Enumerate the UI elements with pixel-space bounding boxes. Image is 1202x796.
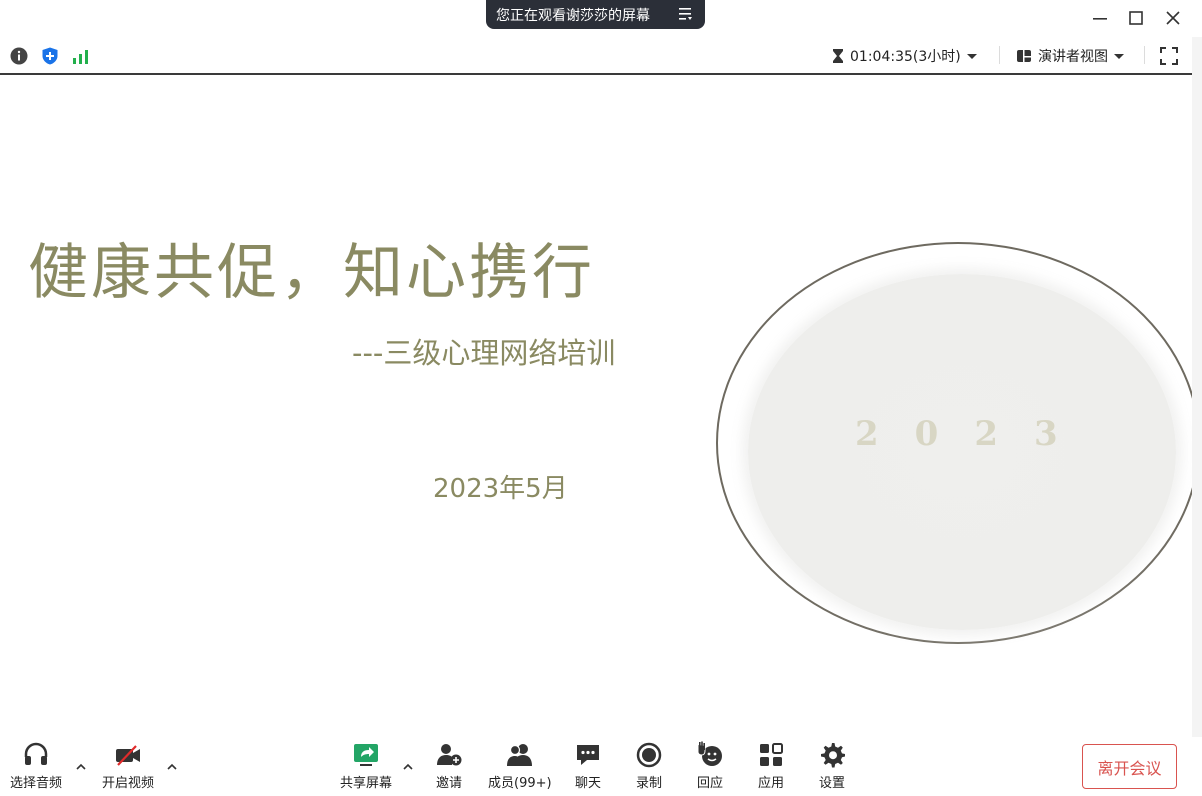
close-button[interactable] — [1160, 6, 1186, 30]
audio-options-caret[interactable] — [74, 759, 88, 773]
slide-year: 2023 — [855, 414, 1094, 454]
maximize-button[interactable] — [1123, 6, 1149, 30]
chevron-up-icon — [167, 763, 177, 770]
video-label: 开启视频 — [102, 776, 155, 791]
add-person-icon — [437, 744, 462, 766]
info-icon[interactable] — [10, 47, 28, 65]
record-label: 录制 — [635, 776, 662, 791]
share-screen-button[interactable]: 共享屏幕 — [340, 741, 392, 793]
gear-icon — [821, 743, 845, 768]
apps-label: 应用 — [757, 776, 784, 791]
share-options-caret[interactable] — [401, 759, 415, 773]
share-notice-text: 您正在观看谢莎莎的屏幕 — [496, 7, 650, 24]
view-mode-selector[interactable]: 演讲者视图 — [1016, 46, 1124, 66]
meeting-info-bar: 01:04:35(3小时) 演讲者视图 — [0, 37, 1192, 75]
timer-text: 01:04:35(3小时) — [850, 49, 961, 65]
audio-label: 选择音频 — [10, 776, 63, 791]
chevron-up-icon — [403, 763, 413, 770]
apps-button[interactable]: 应用 — [757, 741, 785, 793]
settings-button[interactable]: 设置 — [818, 741, 846, 793]
chat-label: 聊天 — [574, 776, 601, 791]
meeting-window: 您正在观看谢莎莎的屏幕 01:04:35(3小时) 演讲者视图 健康共促，知心携… — [0, 0, 1202, 796]
fullscreen-icon[interactable] — [1159, 46, 1179, 66]
video-button[interactable]: 开启视频 — [102, 741, 154, 793]
audio-button[interactable]: 选择音频 — [10, 741, 62, 793]
minimize-button[interactable] — [1087, 6, 1113, 30]
reactions-label: 回应 — [696, 776, 723, 791]
slide-title: 健康共促，知心携行 — [28, 238, 595, 308]
share-screen-label: 共享屏幕 — [340, 776, 393, 791]
meeting-timer[interactable]: 01:04:35(3小时) — [832, 46, 977, 66]
title-bar: 您正在观看谢莎莎的屏幕 — [0, 0, 1202, 36]
participants-icon — [506, 744, 532, 766]
screen-share-notice[interactable]: 您正在观看谢莎莎的屏幕 — [486, 0, 705, 29]
shared-screen: 健康共促，知心携行 ---三级心理网络培训 2023年5月 2023 — [0, 82, 1192, 737]
invite-button[interactable]: 邀请 — [435, 741, 463, 793]
view-mode-label: 演讲者视图 — [1038, 49, 1108, 65]
share-screen-icon — [354, 744, 378, 766]
participants-button[interactable]: 成员(99+) — [488, 741, 552, 793]
reactions-button[interactable]: 回应 — [696, 741, 724, 793]
chat-icon — [577, 745, 599, 765]
chevron-down-icon — [966, 54, 977, 59]
headphones-icon — [24, 742, 48, 765]
record-button[interactable]: 录制 — [635, 741, 663, 793]
window-edge — [1192, 37, 1202, 737]
menu-icon[interactable] — [679, 6, 693, 22]
invite-label: 邀请 — [435, 776, 462, 791]
divider — [1144, 46, 1145, 64]
record-icon — [636, 742, 662, 768]
divider — [999, 46, 1000, 64]
participants-label: 成员(99+) — [488, 776, 552, 791]
video-off-icon — [116, 745, 140, 766]
speaker-view-icon — [1017, 50, 1031, 62]
chevron-up-icon — [76, 763, 86, 770]
slide-date: 2023年5月 — [433, 474, 568, 504]
slide-subtitle: ---三级心理网络培训 — [352, 336, 616, 370]
hourglass-icon — [833, 49, 843, 63]
reaction-icon — [697, 741, 722, 766]
video-options-caret[interactable] — [165, 759, 179, 773]
chevron-down-icon — [1114, 54, 1124, 59]
meeting-toolbar: 选择音频 开启视频 共享屏幕 邀请 成员(99+) 聊天 录制 回应 应用 设置… — [0, 737, 1202, 796]
leave-meeting-button[interactable]: 离开会议 — [1082, 744, 1177, 789]
settings-label: 设置 — [818, 776, 845, 791]
signal-strength-icon[interactable] — [72, 47, 90, 65]
shield-icon[interactable] — [41, 47, 59, 65]
chat-button[interactable]: 聊天 — [574, 741, 602, 793]
apps-grid-icon — [760, 743, 783, 766]
